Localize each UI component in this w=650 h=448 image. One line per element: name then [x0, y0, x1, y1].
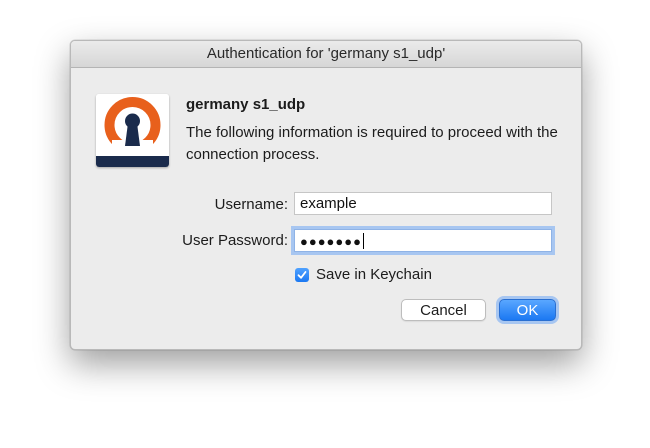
ok-button[interactable]: OK: [499, 299, 556, 321]
username-label: Username:: [214, 196, 288, 213]
connection-name: germany s1_udp: [186, 96, 306, 113]
password-masked-value: ●●●●●●●: [300, 234, 362, 249]
password-label: User Password:: [182, 232, 288, 249]
info-message: The following information is required to…: [186, 124, 558, 163]
username-field[interactable]: example: [294, 192, 552, 215]
dialog-title: Authentication for 'germany s1_udp': [71, 41, 581, 68]
cancel-button[interactable]: Cancel: [401, 299, 486, 321]
save-keychain-checkbox[interactable]: [295, 267, 309, 282]
openvpn-logo-icon: [96, 94, 169, 167]
save-keychain-option[interactable]: Save in Keychain: [295, 266, 432, 283]
auth-dialog: Authentication for 'germany s1_udp' germ…: [70, 40, 582, 350]
save-keychain-label: Save in Keychain: [316, 266, 432, 283]
username-value: example: [300, 195, 357, 212]
checkmark-icon: [297, 270, 307, 279]
text-cursor: [362, 233, 364, 249]
password-field[interactable]: ●●●●●●●: [294, 229, 552, 252]
